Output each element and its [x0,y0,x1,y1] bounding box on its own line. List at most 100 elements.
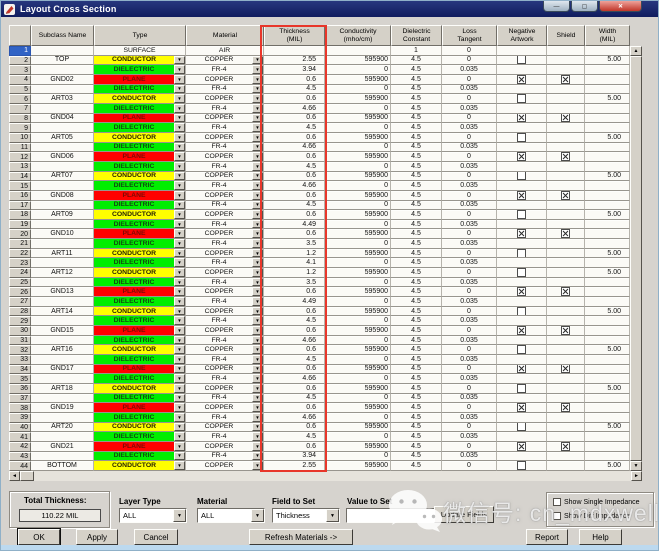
dropdown-arrow-icon[interactable]: ▼ [252,423,263,432]
shield-checkbox[interactable] [561,114,570,123]
loss-tangent-cell[interactable]: 0.035 [442,104,497,114]
loss-tangent-cell[interactable]: 0 [442,75,497,85]
shield-checkbox[interactable] [561,365,570,374]
thickness-cell[interactable]: 3.94 [264,65,325,75]
thickness-cell[interactable]: 4.66 [264,336,325,346]
shield-cell[interactable] [547,278,585,288]
type-cell[interactable]: CONDUCTOR▼ [94,56,186,66]
shield-cell[interactable] [547,94,585,104]
material-label[interactable]: FR-4 [186,452,252,461]
loss-tangent-cell[interactable]: 0 [442,133,497,143]
shield-cell[interactable] [547,336,585,346]
material-cell[interactable]: COPPER▼ [186,210,264,220]
material-cell[interactable]: FR-4▼ [186,123,264,133]
material-label[interactable]: COPPER [186,326,252,335]
type-cell[interactable]: CONDUCTOR▼ [94,210,186,220]
subclass-cell[interactable]: GND08 [31,191,94,201]
dropdown-arrow-icon[interactable]: ▼ [252,413,263,422]
row-number[interactable]: 38 [9,403,31,413]
type-cell[interactable]: CONDUCTOR▼ [94,268,186,278]
dielectric-constant-cell[interactable]: 4.5 [391,104,442,114]
negative-artwork-cell[interactable] [497,403,547,413]
dropdown-arrow-icon[interactable]: ▼ [174,365,185,374]
subclass-cell[interactable] [31,432,94,442]
negative-artwork-cell[interactable] [497,143,547,153]
type-label[interactable]: DIELECTRIC [94,374,174,383]
negative-artwork-checkbox[interactable] [517,345,526,354]
dropdown-arrow-icon[interactable]: ▼ [252,239,263,248]
width-cell[interactable] [585,229,630,239]
material-cell[interactable]: COPPER▼ [186,268,264,278]
type-label[interactable]: SURFACE [94,46,185,55]
dropdown-arrow-icon[interactable]: ▼ [252,123,263,132]
row-number[interactable]: 42 [9,442,31,452]
subclass-cell[interactable] [31,123,94,133]
width-cell[interactable]: 5.00 [585,384,630,394]
row-number[interactable]: 17 [9,201,31,211]
loss-tangent-cell[interactable]: 0 [442,210,497,220]
dielectric-constant-cell[interactable]: 4.5 [391,133,442,143]
dielectric-constant-cell[interactable]: 4.5 [391,355,442,365]
dropdown-arrow-icon[interactable]: ▼ [252,326,263,335]
shield-cell[interactable] [547,56,585,66]
type-label[interactable]: CONDUCTOR [94,133,174,142]
material-label[interactable]: COPPER [186,384,252,393]
dielectric-constant-cell[interactable]: 4.5 [391,143,442,153]
material-label[interactable]: FR-4 [186,297,252,306]
row-number[interactable]: 4 [9,75,31,85]
material-label[interactable]: COPPER [186,133,252,142]
shield-cell[interactable] [547,258,585,268]
conductivity-cell[interactable]: 595900 [325,133,391,143]
type-cell[interactable]: DIELECTRIC▼ [94,258,186,268]
material-cell[interactable]: COPPER▼ [186,133,264,143]
conductivity-cell[interactable]: 595900 [325,75,391,85]
thickness-cell[interactable]: 2.55 [264,56,325,66]
loss-tangent-cell[interactable]: 0 [442,268,497,278]
material-cell[interactable]: COPPER▼ [186,56,264,66]
thickness-cell[interactable]: 0.6 [264,172,325,182]
type-label[interactable]: DIELECTRIC [94,258,174,267]
dropdown-arrow-icon[interactable]: ▼ [252,65,263,74]
shield-cell[interactable] [547,316,585,326]
shield-cell[interactable] [547,181,585,191]
shield-checkbox[interactable] [561,442,570,451]
row-number[interactable]: 5 [9,85,31,95]
negative-artwork-cell[interactable] [497,461,547,471]
conductivity-cell[interactable]: 595900 [325,287,391,297]
dropdown-arrow-icon[interactable]: ▼ [174,85,185,94]
width-cell[interactable] [585,365,630,375]
negative-artwork-cell[interactable] [497,181,547,191]
negative-artwork-cell[interactable] [497,104,547,114]
material-label[interactable]: FR-4 [186,258,252,267]
subclass-cell[interactable]: ART20 [31,423,94,433]
conductivity-cell[interactable]: 0 [325,162,391,172]
material-label[interactable]: COPPER [186,461,252,470]
thickness-cell[interactable]: 0.6 [264,152,325,162]
dielectric-constant-cell[interactable]: 4.5 [391,316,442,326]
negative-artwork-checkbox[interactable] [517,56,526,65]
negative-artwork-checkbox[interactable] [517,307,526,316]
dropdown-arrow-icon[interactable]: ▼ [174,326,185,335]
type-cell[interactable]: DIELECTRIC▼ [94,394,186,404]
material-cell[interactable]: FR-4▼ [186,278,264,288]
type-cell[interactable]: CONDUCTOR▼ [94,94,186,104]
material-cell[interactable]: FR-4▼ [186,201,264,211]
material-cell[interactable]: COPPER▼ [186,403,264,413]
dropdown-arrow-icon[interactable]: ▼ [252,394,263,403]
material-cell[interactable]: FR-4▼ [186,65,264,75]
material-cell[interactable]: FR-4▼ [186,355,264,365]
dropdown-arrow-icon[interactable]: ▼ [174,413,185,422]
dropdown-arrow-icon[interactable]: ▼ [252,172,263,181]
width-cell[interactable]: 5.00 [585,461,630,471]
dielectric-constant-cell[interactable]: 4.5 [391,181,442,191]
dropdown-arrow-icon[interactable]: ▼ [174,423,185,432]
dropdown-arrow-icon[interactable]: ▼ [174,374,185,383]
cancel-button[interactable]: Cancel [134,529,178,545]
material-label[interactable]: FR-4 [186,239,252,248]
negative-artwork-cell[interactable] [497,365,547,375]
material-cell[interactable]: FR-4▼ [186,220,264,230]
type-cell[interactable]: DIELECTRIC▼ [94,374,186,384]
loss-tangent-cell[interactable]: 0 [442,94,497,104]
row-number[interactable]: 12 [9,152,31,162]
type-cell[interactable]: PLANE▼ [94,442,186,452]
